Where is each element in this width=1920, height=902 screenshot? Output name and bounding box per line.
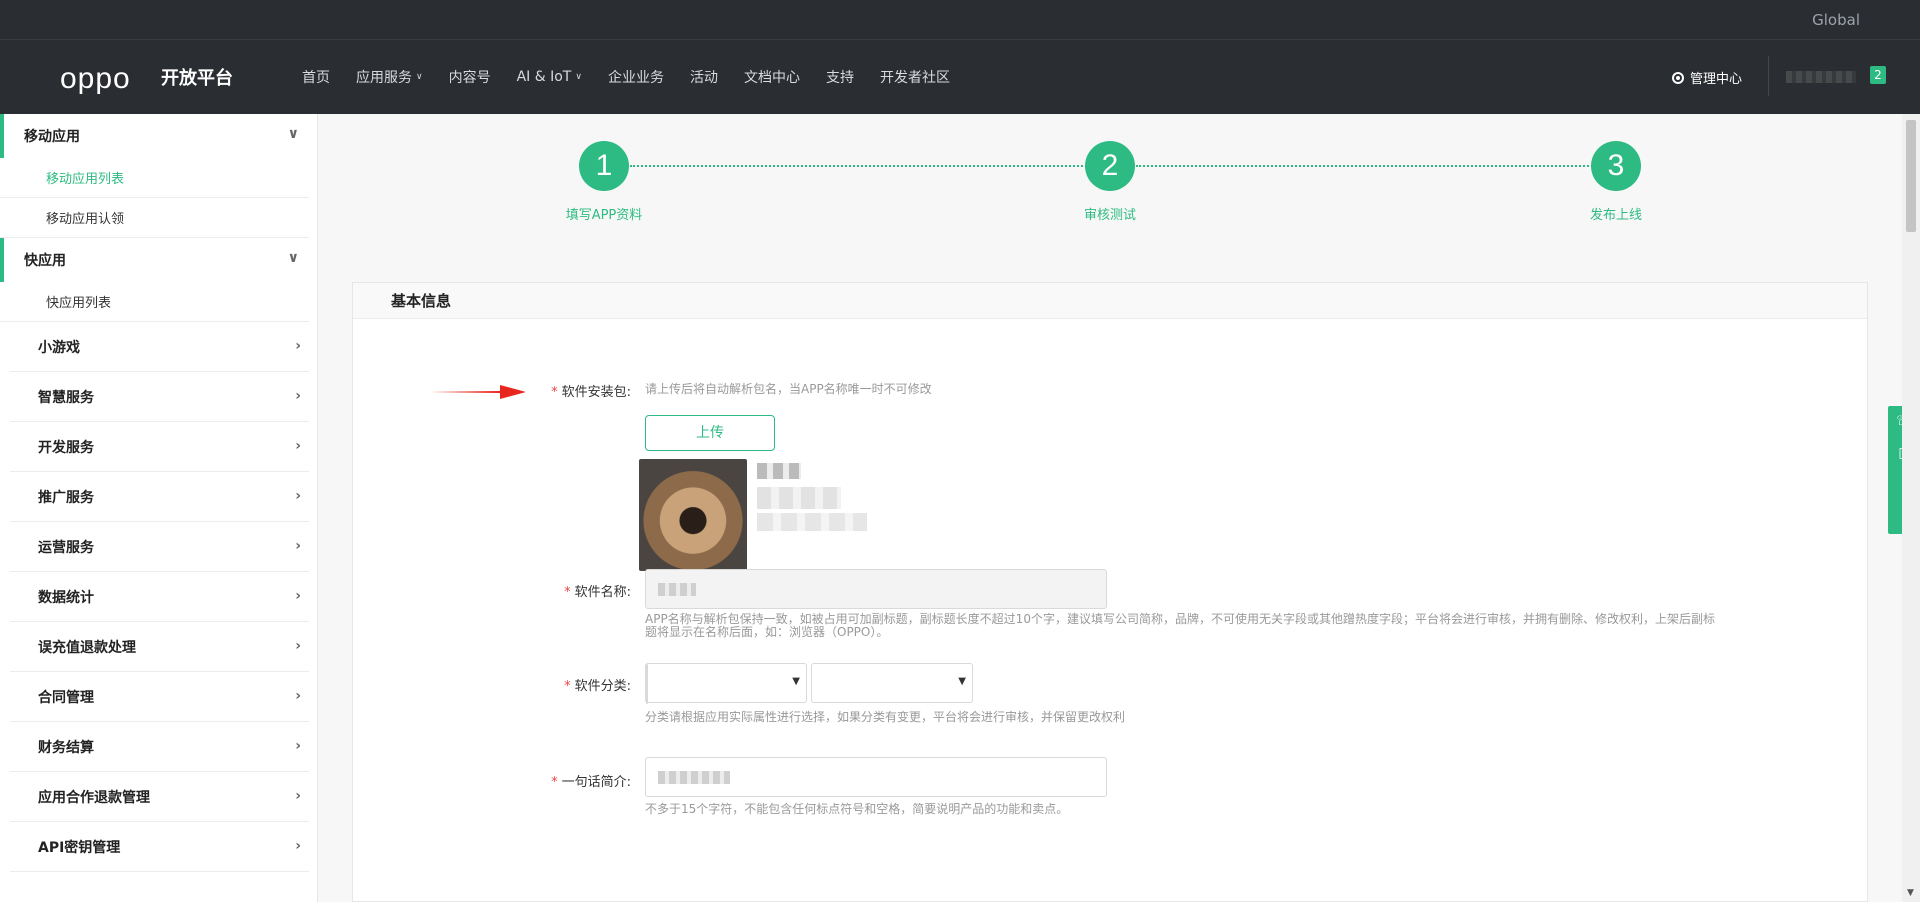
- step-connector: [630, 165, 1098, 167]
- sidebar-item-promotion[interactable]: 推广服务 ›: [10, 472, 309, 522]
- intro-label: * 一句话简介:: [551, 775, 631, 790]
- nav-docs[interactable]: 文档中心: [744, 67, 800, 87]
- chevron-down-icon: ∨: [287, 126, 299, 142]
- sidebar-item-quick-app-list[interactable]: 快应用列表: [0, 282, 309, 322]
- platform-title[interactable]: 开放平台: [161, 64, 233, 90]
- nav-home[interactable]: 首页: [302, 67, 330, 87]
- caret-down-icon: ▼: [958, 676, 966, 687]
- scrollbar-thumb[interactable]: [1906, 120, 1916, 232]
- intro-hint: 不多于15个字符，不能包含任何标点符号和空格，简要说明产品的功能和卖点。: [645, 802, 1069, 816]
- sidebar-item-smart-services[interactable]: 智慧服务 ›: [10, 372, 309, 422]
- chevron-right-icon: ›: [295, 438, 301, 454]
- app-name-field[interactable]: [645, 569, 1107, 609]
- category-select-secondary[interactable]: ▼: [811, 663, 973, 703]
- name-hint: APP名称与解析包保持一致，如被占用可加副标题，副标题长度不超过10个字，建议填…: [645, 612, 1715, 639]
- chevron-down-icon: ∨: [575, 72, 582, 82]
- global-link[interactable]: Global: [1812, 11, 1860, 29]
- nav-community[interactable]: 开发者社区: [880, 67, 950, 87]
- sidebar-item-api-keys[interactable]: API密钥管理 ›: [10, 822, 309, 872]
- notification-badge[interactable]: 2: [1870, 66, 1886, 84]
- sidebar-item-contracts[interactable]: 合同管理 ›: [10, 672, 309, 722]
- sidebar-item-coop-refund[interactable]: 应用合作退款管理 ›: [10, 772, 309, 822]
- chevron-right-icon: ›: [295, 538, 301, 554]
- sidebar-item-finance[interactable]: 财务结算 ›: [10, 722, 309, 772]
- main-nav: 首页 应用服务 ∨ 内容号 AI & IoT ∨ 企业业务 活动 文档中心 支持 开…: [302, 67, 976, 87]
- sidebar-item-refund[interactable]: 误充值退款处理 ›: [10, 622, 309, 672]
- sidebar-group-quick-app[interactable]: 快应用 ∨: [0, 238, 317, 282]
- step-1: 1 填写APP资料: [524, 141, 684, 223]
- step-3: 3 发布上线: [1536, 141, 1696, 223]
- scrollbar[interactable]: ▼: [1902, 114, 1920, 902]
- step-2: 2 审核测试: [1030, 141, 1190, 223]
- category-label: * 软件分类:: [564, 679, 631, 694]
- oppo-logo[interactable]: oppo: [60, 62, 131, 96]
- sidebar-item-mobile-app-list[interactable]: 移动应用列表: [0, 158, 309, 198]
- blurred-package-info: [757, 463, 801, 479]
- chevron-right-icon: ›: [295, 738, 301, 754]
- category-hint: 分类请根据应用实际属性进行选择，如果分类有变更，平台将会进行审核，并保留更改权利: [645, 710, 1126, 724]
- sidebar-item-dev-services[interactable]: 开发服务 ›: [10, 422, 309, 472]
- nav-enterprise[interactable]: 企业业务: [608, 67, 664, 87]
- package-hint: 请上传后将自动解析包名，当APP名称唯一时不可修改: [645, 382, 932, 396]
- navbar: oppo 开放平台 首页 应用服务 ∨ 内容号 AI & IoT ∨ 企业业务 活动…: [0, 40, 1920, 114]
- sidebar-group-mobile-app[interactable]: 移动应用 ∨: [0, 114, 317, 158]
- app-icon-image: [639, 459, 747, 571]
- sidebar-item-statistics[interactable]: 数据统计 ›: [10, 572, 309, 622]
- chevron-right-icon: ›: [295, 338, 301, 354]
- management-center-link[interactable]: 管理中心: [1672, 68, 1742, 87]
- nav-content[interactable]: 内容号: [449, 67, 491, 87]
- nav-app-services[interactable]: 应用服务 ∨: [356, 67, 423, 87]
- upload-button[interactable]: 上传: [645, 415, 775, 451]
- blurred-package-info: [757, 487, 841, 509]
- sidebar-item-operations[interactable]: 运营服务 ›: [10, 522, 309, 572]
- red-arrow-annotation: [430, 385, 526, 399]
- section-title: 基本信息: [353, 283, 1867, 319]
- nav-activity[interactable]: 活动: [690, 67, 718, 87]
- nav-ai-iot[interactable]: AI & IoT ∨: [517, 67, 582, 87]
- name-label: * 软件名称:: [564, 585, 631, 600]
- scroll-down-icon[interactable]: ▼: [1907, 888, 1914, 898]
- category-select-primary[interactable]: ▼: [645, 663, 807, 704]
- sidebar-item-mobile-app-claim[interactable]: 移动应用认领: [0, 198, 309, 238]
- chevron-right-icon: ›: [295, 488, 301, 504]
- sidebar: 移动应用 ∨ 移动应用列表 移动应用认领 快应用 ∨ 快应用列表 小游戏 › 智慧…: [0, 114, 318, 902]
- nav-support[interactable]: 支持: [826, 67, 854, 87]
- chevron-right-icon: ›: [295, 388, 301, 404]
- main-content: 1 填写APP资料 2 审核测试 3 发布上线 基本信息 * 软件安装包: 请上传…: [318, 114, 1902, 902]
- basic-info-panel: 基本信息 * 软件安装包: 请上传后将自动解析包名，当APP名称唯一时不可修改 上…: [352, 282, 1868, 902]
- target-icon: [1672, 71, 1684, 84]
- blurred-package-info: [757, 513, 867, 531]
- intro-field[interactable]: [645, 757, 1107, 797]
- caret-down-icon: ▼: [792, 676, 800, 687]
- progress-steps: 1 填写APP资料 2 审核测试 3 发布上线: [318, 114, 1902, 264]
- chevron-down-icon: ∨: [416, 72, 423, 82]
- chevron-right-icon: ›: [295, 688, 301, 704]
- sidebar-item-mini-games[interactable]: 小游戏 ›: [10, 322, 309, 372]
- chevron-right-icon: ›: [295, 788, 301, 804]
- chevron-right-icon: ›: [295, 588, 301, 604]
- top-strip: Global: [0, 0, 1920, 40]
- nav-divider: [1768, 56, 1769, 96]
- step-connector: [1136, 165, 1604, 167]
- chevron-right-icon: ›: [295, 638, 301, 654]
- chevron-down-icon: ∨: [287, 250, 299, 266]
- user-name-blurred[interactable]: [1786, 71, 1856, 83]
- chevron-right-icon: ›: [295, 838, 301, 854]
